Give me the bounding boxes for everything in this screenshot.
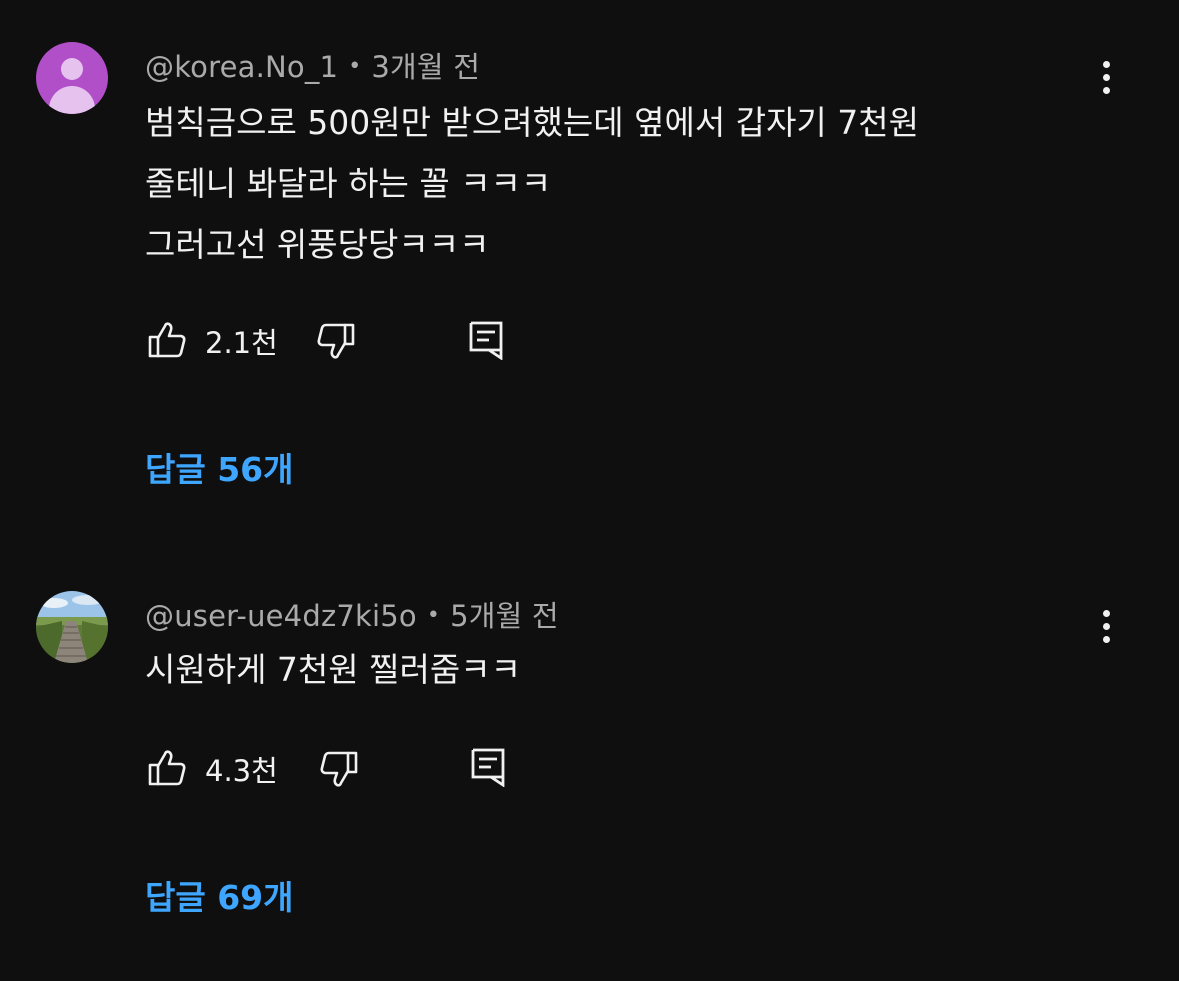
meta-separator: • bbox=[348, 53, 362, 79]
thumbs-up-icon bbox=[148, 322, 186, 358]
comment-time[interactable]: 3개월 전 bbox=[371, 50, 480, 84]
comment-text: 범칙금으로 500원만 받으려했는데 옆에서 갑자기 7천원 줄테니 봐달라 하… bbox=[145, 92, 919, 275]
thumbs-up-icon bbox=[148, 750, 186, 786]
reply-button[interactable] bbox=[467, 320, 505, 360]
comment-reply-icon bbox=[471, 748, 505, 787]
thumbs-down-icon bbox=[317, 323, 355, 359]
author-name[interactable]: @user-ue4dz7ki5o bbox=[145, 599, 417, 633]
author-name[interactable]: @korea.No_1 bbox=[145, 50, 338, 84]
replies-link[interactable]: 답글 69개 bbox=[145, 871, 294, 919]
more-vertical-icon[interactable] bbox=[1092, 607, 1120, 647]
comment-time[interactable]: 5개월 전 bbox=[450, 599, 559, 633]
user-body-shape bbox=[49, 86, 95, 114]
reply-button[interactable] bbox=[469, 747, 507, 787]
comment-line: 그러고선 위풍당당ㅋㅋㅋ bbox=[145, 225, 490, 264]
meta-separator: • bbox=[426, 602, 441, 628]
like-button[interactable] bbox=[147, 748, 187, 788]
like-count: 4.3천 bbox=[205, 754, 278, 788]
thumbs-down-icon bbox=[320, 751, 358, 787]
comment-reply-icon bbox=[469, 321, 503, 360]
comment-text: 시원하게 7천원 찔러줌ㅋㅋ bbox=[145, 639, 521, 700]
comment-meta: @korea.No_1 • 3개월 전 bbox=[145, 44, 480, 86]
dislike-button[interactable] bbox=[319, 749, 359, 789]
user-head-shape bbox=[61, 58, 83, 80]
landscape-photo-avatar bbox=[36, 591, 108, 663]
comment-line: 시원하게 7천원 찔러줌ㅋㅋ bbox=[145, 650, 521, 689]
more-vertical-icon[interactable] bbox=[1092, 58, 1120, 98]
like-count: 2.1천 bbox=[205, 326, 278, 360]
comment-meta: @user-ue4dz7ki5o • 5개월 전 bbox=[145, 593, 559, 635]
dislike-button[interactable] bbox=[316, 321, 356, 361]
comment-line: 범칙금으로 500원만 받으려했는데 옆에서 갑자기 7천원 bbox=[145, 103, 919, 142]
comment-line: 줄테니 봐달라 하는 꼴 ㅋㅋㅋ bbox=[145, 164, 552, 203]
replies-link[interactable]: 답글 56개 bbox=[145, 443, 294, 491]
avatar[interactable] bbox=[36, 591, 108, 663]
like-button[interactable] bbox=[147, 320, 187, 360]
avatar[interactable] bbox=[36, 42, 108, 114]
